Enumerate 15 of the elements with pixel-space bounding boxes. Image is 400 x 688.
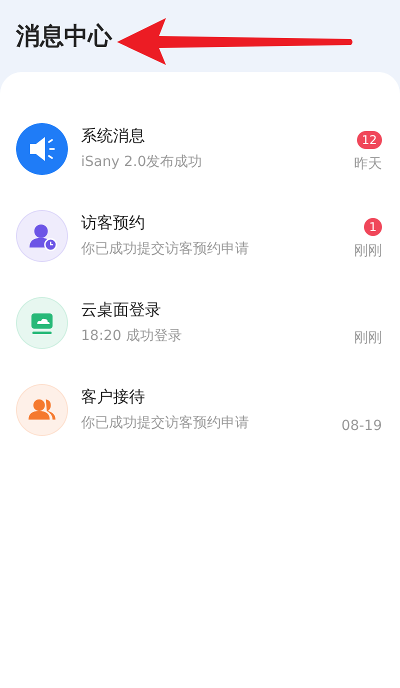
message-preview: 18:20 成功登录 xyxy=(81,327,183,345)
message-title: 访客预约 xyxy=(81,213,146,234)
message-time: 08-19 xyxy=(341,418,382,434)
message-time: 刚刚 xyxy=(354,242,382,260)
unread-count: 1 xyxy=(364,218,382,236)
message-title: 客户接待 xyxy=(81,387,146,408)
message-preview: 你已成功提交访客预约申请 xyxy=(81,414,250,432)
message-time: 刚刚 xyxy=(354,328,382,346)
unread-count: 12 xyxy=(356,130,382,148)
page-title: 消息中心 xyxy=(16,21,112,52)
message-title: 云桌面登录 xyxy=(81,300,162,321)
message-title: 系统消息 xyxy=(81,126,146,147)
message-time: 昨天 xyxy=(354,154,382,172)
message-preview: iSany 2.0发布成功 xyxy=(81,153,204,171)
message-preview: 你已成功提交访客预约申请 xyxy=(81,240,250,258)
